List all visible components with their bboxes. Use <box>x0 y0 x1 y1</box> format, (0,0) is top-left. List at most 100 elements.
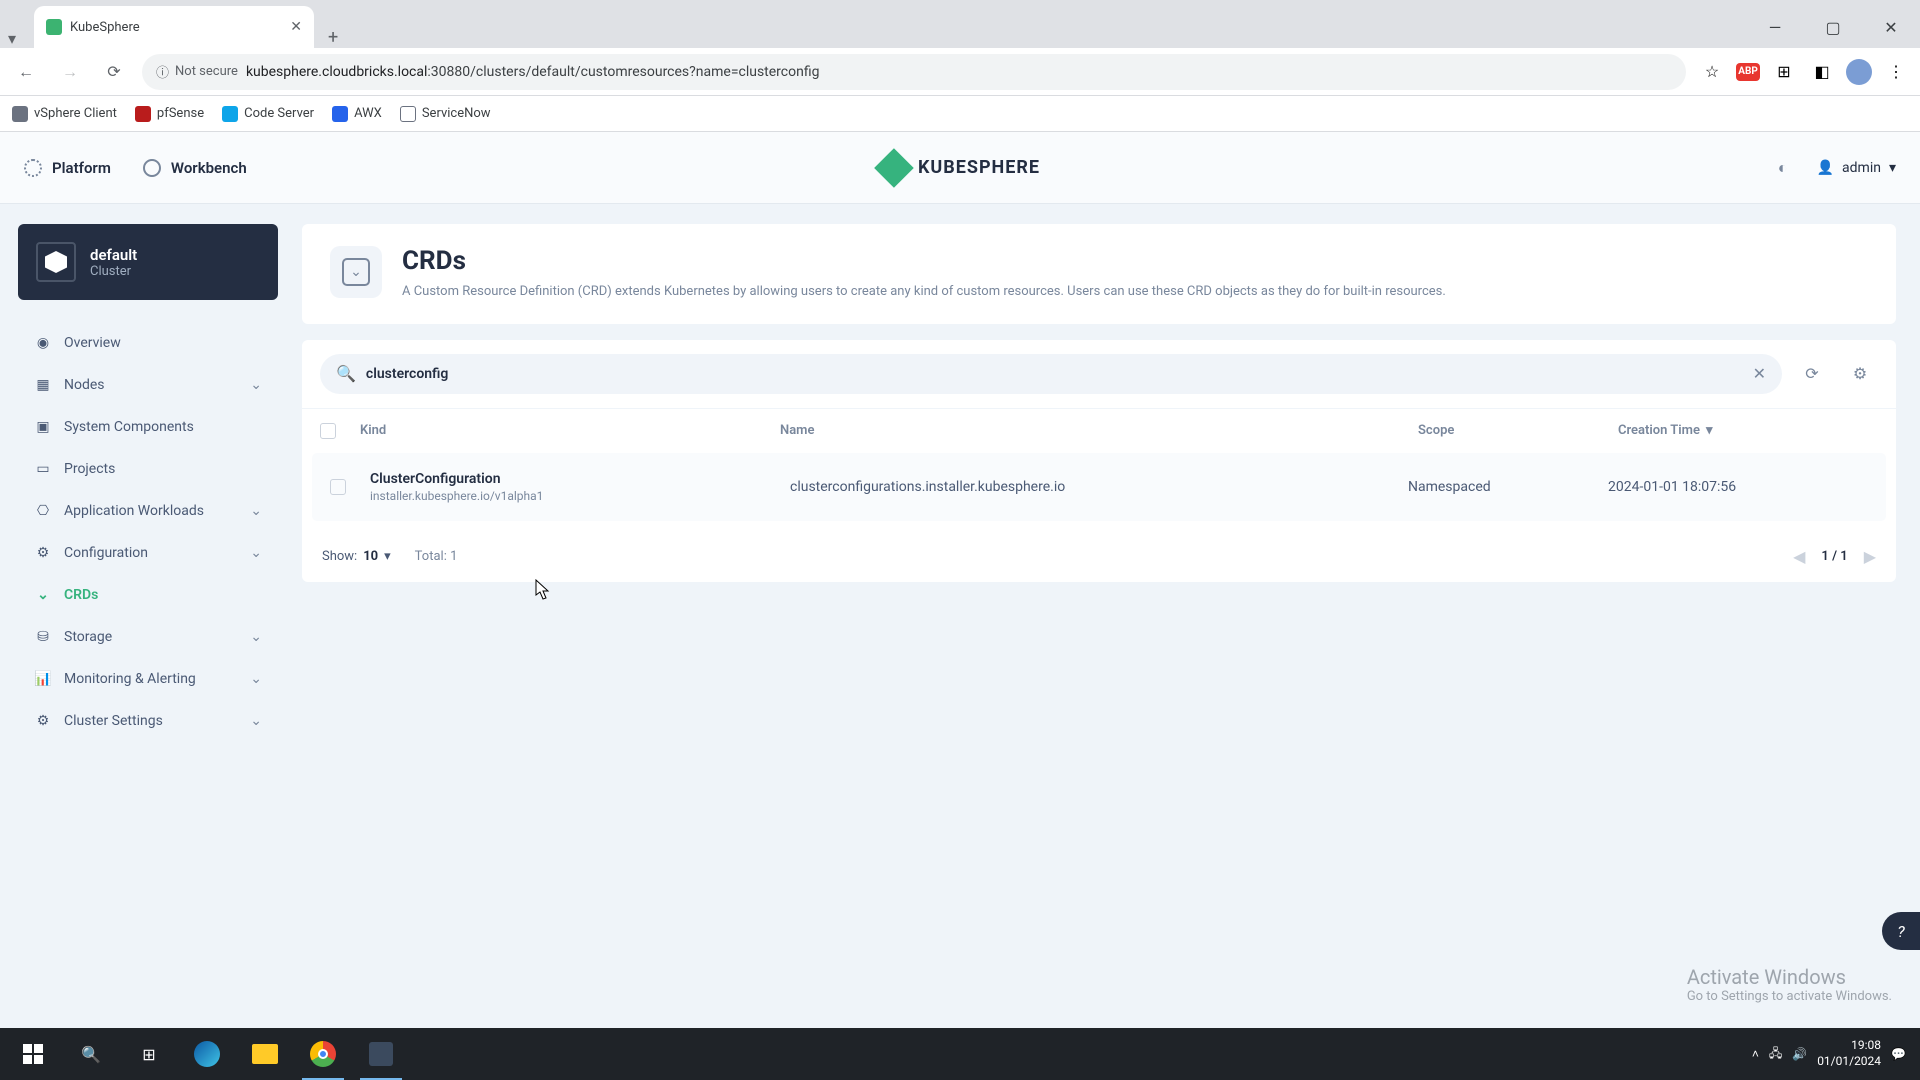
page-size-selector[interactable]: Show: 10 ▾ <box>322 549 391 564</box>
url-field[interactable]: ⓘ Not secure kubesphere.cloudbricks.loca… <box>142 54 1686 90</box>
gear-icon <box>24 159 42 177</box>
extensions-icon[interactable]: ⊞ <box>1770 58 1798 86</box>
forward-button[interactable]: → <box>54 56 86 88</box>
kubesphere-logo[interactable]: KUBESPHERE <box>880 154 1040 182</box>
sidebar-item-configuration[interactable]: ⚙Configuration⌄ <box>18 532 278 574</box>
window-controls: — ▢ ✕ <box>1746 6 1920 48</box>
close-window-button[interactable]: ✕ <box>1862 6 1920 48</box>
sidebar-item-crds[interactable]: ⌄CRDs <box>18 574 278 616</box>
chevron-down-icon: ▾ <box>384 549 391 564</box>
sidebar-item-overview[interactable]: ◉Overview <box>18 322 278 364</box>
crd-page-icon: ⌄ <box>330 246 382 298</box>
adblock-extension-icon[interactable]: ABP <box>1736 63 1760 81</box>
reload-button[interactable]: ⟳ <box>98 56 130 88</box>
tray-chevron-icon[interactable]: ˄ <box>1752 1047 1759 1061</box>
platform-button[interactable]: Platform <box>24 159 111 177</box>
bookmark-label: pfSense <box>157 106 204 121</box>
sidepanel-icon[interactable]: ◧ <box>1808 58 1836 86</box>
close-tab-icon[interactable]: ✕ <box>290 19 302 35</box>
security-indicator[interactable]: ⓘ Not secure <box>156 62 238 81</box>
sidebar-item-nodes[interactable]: ▦Nodes⌄ <box>18 364 278 406</box>
announcement-icon[interactable]: ◐ <box>1769 154 1797 182</box>
content-area: ⌄ CRDs A Custom Resource Definition (CRD… <box>296 204 1920 1028</box>
browser-tab[interactable]: KubeSphere ✕ <box>34 6 314 48</box>
profile-icon[interactable] <box>1846 59 1872 85</box>
bookmark-codeserver[interactable]: Code Server <box>222 106 314 122</box>
taskbar-clock[interactable]: 19:08 01/01/2024 <box>1817 1038 1881 1069</box>
workbench-label: Workbench <box>171 159 247 177</box>
table-header: Kind Name Scope Creation Time ▾ <box>302 408 1896 453</box>
workbench-button[interactable]: Workbench <box>143 159 247 177</box>
browser-tab-strip: ▾ KubeSphere ✕ + — ▢ ✕ <box>0 0 1920 48</box>
refresh-button[interactable]: ⟳ <box>1794 356 1830 392</box>
bookmark-servicenow[interactable]: ServiceNow <box>400 106 491 122</box>
platform-label: Platform <box>52 159 111 177</box>
column-kind[interactable]: Kind <box>360 423 780 438</box>
clear-search-icon[interactable]: ✕ <box>1753 364 1766 383</box>
cluster-type: Cluster <box>90 264 137 279</box>
sidebar-item-projects[interactable]: ▭Projects <box>18 448 278 490</box>
windows-watermark: Activate Windows Go to Settings to activ… <box>1687 965 1892 1004</box>
system-tray: ˄ 🖧 🔊 19:08 01/01/2024 💬 <box>1752 1038 1916 1069</box>
watermark-title: Activate Windows <box>1687 965 1892 989</box>
user-menu[interactable]: 👤 admin ▾ <box>1817 160 1896 176</box>
start-button[interactable] <box>4 1028 62 1080</box>
search-row: 🔍 ✕ ⟳ ⚙ <box>302 340 1896 408</box>
app-taskbar-icon[interactable] <box>352 1028 410 1080</box>
back-button[interactable]: ← <box>10 56 42 88</box>
bookmark-star-icon[interactable]: ☆ <box>1698 58 1726 86</box>
nav-icon: ⛁ <box>34 628 52 646</box>
minimize-button[interactable]: — <box>1746 6 1804 48</box>
sidebar-item-cluster-settings[interactable]: ⚙Cluster Settings⌄ <box>18 700 278 742</box>
url-text: kubesphere.cloudbricks.local:30880/clust… <box>246 64 820 80</box>
table-footer: Show: 10 ▾ Total: 1 ◀ 1 / 1 ▶ <box>302 531 1896 582</box>
next-page-button[interactable]: ▶ <box>1864 547 1876 566</box>
search-input[interactable] <box>366 366 1743 382</box>
show-label: Show: <box>322 549 357 564</box>
chrome-taskbar-icon[interactable] <box>294 1028 352 1080</box>
nav-icon: 📊 <box>34 670 52 688</box>
column-scope[interactable]: Scope <box>1418 423 1618 438</box>
nav-label: Configuration <box>64 545 148 561</box>
bookmark-pfsense[interactable]: pfSense <box>135 106 204 122</box>
chevron-down-icon: ⌄ <box>250 713 262 729</box>
settings-button[interactable]: ⚙ <box>1842 356 1878 392</box>
nav-label: Storage <box>64 629 112 645</box>
help-fab-button[interactable]: ? <box>1882 912 1920 950</box>
row-scope: Namespaced <box>1408 479 1608 495</box>
select-all-checkbox[interactable] <box>320 423 336 439</box>
sidebar-item-application-workloads[interactable]: ⎔Application Workloads⌄ <box>18 490 278 532</box>
bookmark-label: vSphere Client <box>34 106 117 121</box>
task-view-button[interactable]: ⊞ <box>120 1028 178 1080</box>
page-header: ⌄ CRDs A Custom Resource Definition (CRD… <box>302 224 1896 324</box>
bookmark-vsphere[interactable]: vSphere Client <box>12 106 117 122</box>
column-creation-time[interactable]: Creation Time ▾ <box>1618 423 1878 438</box>
tab-search-dropdown[interactable]: ▾ <box>0 29 24 48</box>
chevron-down-icon: ⌄ <box>250 545 262 561</box>
bookmark-awx[interactable]: AWX <box>332 106 382 122</box>
row-time: 2024-01-01 18:07:56 <box>1608 479 1868 495</box>
new-tab-button[interactable]: + <box>314 27 352 48</box>
chrome-menu-icon[interactable]: ⋮ <box>1882 58 1910 86</box>
volume-icon[interactable]: 🔊 <box>1792 1047 1807 1061</box>
tab-title: KubeSphere <box>70 20 282 35</box>
sidebar-item-storage[interactable]: ⛁Storage⌄ <box>18 616 278 658</box>
clock-time: 19:08 <box>1817 1038 1881 1054</box>
network-icon[interactable]: 🖧 <box>1769 1044 1782 1065</box>
sidebar-item-system-components[interactable]: ▣System Components <box>18 406 278 448</box>
row-checkbox[interactable] <box>330 479 346 495</box>
search-box[interactable]: 🔍 ✕ <box>320 354 1782 394</box>
edge-taskbar-icon[interactable] <box>178 1028 236 1080</box>
page-description: A Custom Resource Definition (CRD) exten… <box>402 282 1446 302</box>
table-row[interactable]: ClusterConfigurationinstaller.kubesphere… <box>312 453 1886 521</box>
nav-icon: ◉ <box>34 334 52 352</box>
maximize-button[interactable]: ▢ <box>1804 6 1862 48</box>
explorer-taskbar-icon[interactable] <box>236 1028 294 1080</box>
sidebar-item-monitoring-alerting[interactable]: 📊Monitoring & Alerting⌄ <box>18 658 278 700</box>
prev-page-button[interactable]: ◀ <box>1793 547 1805 566</box>
notifications-icon[interactable]: 💬 <box>1891 1047 1906 1061</box>
column-name[interactable]: Name <box>780 423 1418 438</box>
search-taskbar-button[interactable]: 🔍 <box>62 1028 120 1080</box>
app-header: Platform Workbench KUBESPHERE ◐ 👤 admin … <box>0 132 1920 204</box>
cluster-selector[interactable]: default Cluster <box>18 224 278 300</box>
